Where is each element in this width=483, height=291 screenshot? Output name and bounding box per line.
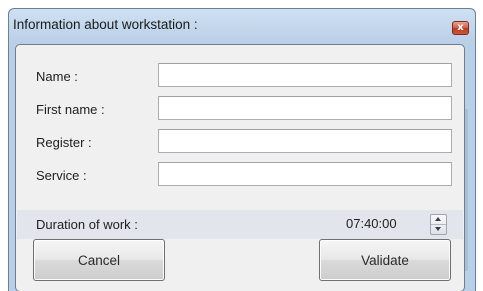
validate-button[interactable]: Validate xyxy=(319,239,451,281)
name-label: Name : xyxy=(36,69,78,84)
first-name-label: First name : xyxy=(36,102,105,117)
arrow-down-icon xyxy=(435,227,441,231)
dialog-window: Information about workstation : x Name :… xyxy=(8,8,476,291)
register-field[interactable] xyxy=(158,129,452,153)
arrow-up-icon xyxy=(435,217,441,221)
spin-up-button[interactable] xyxy=(431,215,446,225)
name-field[interactable] xyxy=(158,63,452,87)
form-panel: Name : First name : Register : Service :… xyxy=(15,44,465,291)
right-frame-edge xyxy=(465,109,468,271)
close-icon: x xyxy=(457,22,464,33)
window-title: Information about workstation : xyxy=(13,17,198,32)
duration-time-input[interactable]: 07:40:00 xyxy=(346,213,412,235)
service-label: Service : xyxy=(36,168,87,183)
close-button[interactable]: x xyxy=(452,21,469,35)
cancel-button[interactable]: Cancel xyxy=(33,239,165,281)
first-name-field[interactable] xyxy=(158,96,452,120)
duration-spinner[interactable] xyxy=(430,214,447,235)
title-bar[interactable]: Information about workstation : x xyxy=(9,9,475,39)
duration-label: Duration of work : xyxy=(36,217,138,232)
register-label: Register : xyxy=(36,135,92,150)
spin-down-button[interactable] xyxy=(431,225,446,234)
service-field[interactable] xyxy=(158,162,452,186)
